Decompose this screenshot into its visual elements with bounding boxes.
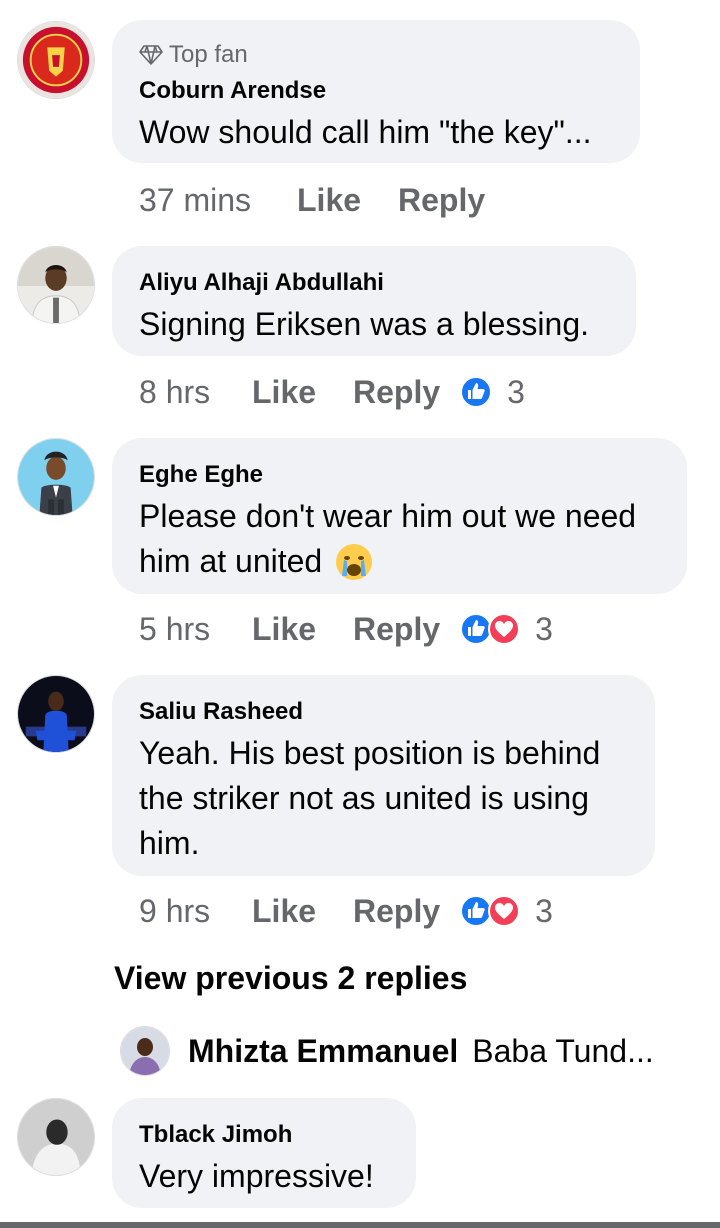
- comment-text: Yeah. His best position is behind the st…: [139, 731, 629, 866]
- avatar[interactable]: [17, 21, 95, 99]
- profile-photo: [18, 1099, 94, 1175]
- top-fan-badge: Top fan: [139, 41, 614, 68]
- like-button[interactable]: Like: [252, 611, 353, 648]
- comment-text-line: the striker not as united is using: [139, 780, 590, 816]
- reaction-count: 3: [507, 373, 525, 410]
- commenter-name[interactable]: Saliu Rasheed: [139, 697, 629, 727]
- reply-button[interactable]: Reply: [398, 182, 485, 219]
- profile-photo: [18, 247, 94, 323]
- divider: [0, 1222, 720, 1228]
- love-reaction-icon: [488, 895, 521, 927]
- comment-actions: 37 mins Like Reply: [139, 180, 485, 220]
- like-button[interactable]: Like: [252, 893, 353, 930]
- reply-preview[interactable]: Mhizta Emmanuel Baba Tund...: [120, 1026, 654, 1076]
- crying-face-icon: [336, 543, 373, 580]
- reply-button[interactable]: Reply: [353, 374, 440, 411]
- comment-bubble: Saliu Rasheed Yeah. His best position is…: [112, 675, 655, 876]
- diamond-icon: [139, 45, 163, 65]
- reactions-summary[interactable]: 3: [459, 893, 553, 930]
- commenter-name[interactable]: Eghe Eghe: [139, 460, 661, 490]
- timestamp[interactable]: 8 hrs: [139, 374, 252, 411]
- reaction-count: 3: [535, 610, 553, 647]
- comment-bubble: Aliyu Alhaji Abdullahi Signing Eriksen w…: [112, 246, 636, 356]
- commenter-name[interactable]: Aliyu Alhaji Abdullahi: [139, 268, 610, 298]
- comment-text-line: Please don't wear him out we need: [139, 498, 637, 534]
- comment-text-line: Yeah. His best position is behind: [139, 735, 601, 771]
- comment-text-line: him at united: [139, 543, 323, 579]
- comment-actions: 5 hrs Like Reply 3: [139, 609, 553, 649]
- like-reaction-icon: [460, 376, 493, 408]
- reply-button[interactable]: Reply: [353, 893, 440, 930]
- comment-bubble: Tblack Jimoh Very impressive!: [112, 1098, 416, 1208]
- commenter-name[interactable]: Coburn Arendse: [139, 76, 614, 106]
- comment-text-line: him.: [139, 825, 200, 861]
- timestamp[interactable]: 37 mins: [139, 182, 297, 219]
- timestamp[interactable]: 5 hrs: [139, 611, 252, 648]
- comment-bubble: Eghe Eghe Please don't wear him out we n…: [112, 438, 687, 594]
- avatar[interactable]: [17, 246, 95, 324]
- comment-text: Please don't wear him out we need him at…: [139, 494, 661, 584]
- reactions-summary[interactable]: 3: [459, 611, 553, 648]
- comment-actions: 9 hrs Like Reply 3: [139, 891, 553, 931]
- profile-photo: [18, 676, 94, 752]
- reply-snippet: Baba Tund...: [472, 1032, 654, 1069]
- club-crest-icon: [18, 22, 94, 98]
- avatar[interactable]: [17, 438, 95, 516]
- reply-button[interactable]: Reply: [353, 611, 440, 648]
- timestamp[interactable]: 9 hrs: [139, 893, 252, 930]
- reaction-count: 3: [535, 892, 553, 929]
- commenter-name[interactable]: Tblack Jimoh: [139, 1120, 390, 1150]
- comment-text: Signing Eriksen was a blessing.: [139, 306, 590, 342]
- badge-label: Top fan: [169, 41, 248, 68]
- like-button[interactable]: Like: [252, 374, 353, 411]
- love-reaction-icon: [488, 613, 521, 645]
- profile-photo: [18, 439, 94, 515]
- comment-text: Wow should call him "the key"...: [139, 114, 592, 150]
- comment-bubble: Top fan Coburn Arendse Wow should call h…: [112, 20, 640, 163]
- view-previous-replies-link[interactable]: View previous 2 replies: [114, 960, 467, 997]
- avatar[interactable]: [17, 675, 95, 753]
- avatar[interactable]: [17, 1098, 95, 1176]
- avatar[interactable]: [120, 1026, 170, 1076]
- comment-text-line-emoji: him at united: [139, 539, 661, 584]
- reactions-summary[interactable]: 3: [459, 374, 525, 411]
- comment-text: Very impressive!: [139, 1158, 374, 1194]
- comment-actions: 8 hrs Like Reply 3: [139, 372, 525, 412]
- reply-author-name[interactable]: Mhizta Emmanuel: [188, 1033, 458, 1070]
- like-button[interactable]: Like: [297, 182, 398, 219]
- profile-photo: [121, 1027, 169, 1075]
